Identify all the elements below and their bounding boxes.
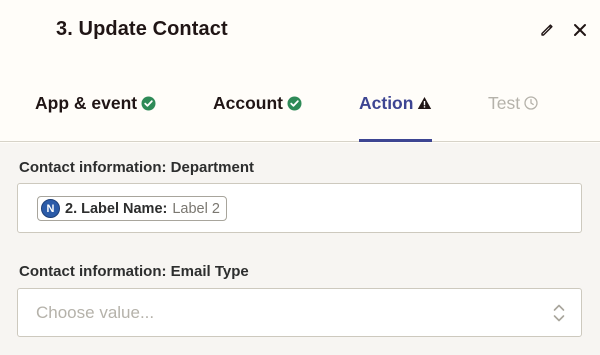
- warning-triangle-icon: [418, 97, 432, 109]
- tab-account[interactable]: Account: [213, 64, 302, 142]
- department-field-label: Contact information: Department: [19, 159, 255, 176]
- step-title: 3. Update Contact: [56, 18, 228, 40]
- check-circle-icon: [287, 96, 302, 110]
- tab-label: Test: [488, 92, 521, 113]
- tab-app-event[interactable]: App & event: [35, 64, 156, 142]
- pill-field-value: Label 2: [172, 200, 220, 217]
- tab-test[interactable]: Test: [488, 64, 538, 142]
- email-type-field-label: Contact information: Email Type: [19, 263, 249, 280]
- department-input[interactable]: N 2. Label Name: Label 2: [17, 183, 582, 233]
- mapped-field-pill[interactable]: N 2. Label Name: Label 2: [37, 196, 227, 221]
- pencil-icon: [541, 24, 553, 36]
- tab-action[interactable]: Action: [359, 64, 432, 142]
- close-icon: [574, 24, 586, 36]
- chevron-up-down-icon: [553, 304, 565, 322]
- tab-label: Action: [359, 92, 414, 113]
- step-header: 3. Update Contact: [0, 0, 600, 64]
- email-type-select[interactable]: Choose value...: [17, 288, 582, 337]
- tab-label: App & event: [35, 92, 138, 113]
- app-badge-icon: N: [41, 199, 60, 218]
- active-tab-indicator: [359, 139, 432, 142]
- close-button[interactable]: [570, 20, 590, 40]
- pill-field-name: 2. Label Name:: [65, 200, 168, 217]
- step-tabs: App & event Account Action Test: [0, 64, 600, 142]
- check-circle-icon: [141, 96, 156, 110]
- edit-title-button[interactable]: [537, 20, 557, 40]
- tab-label: Account: [213, 92, 283, 113]
- clock-icon: [524, 96, 538, 110]
- select-placeholder: Choose value...: [36, 303, 155, 322]
